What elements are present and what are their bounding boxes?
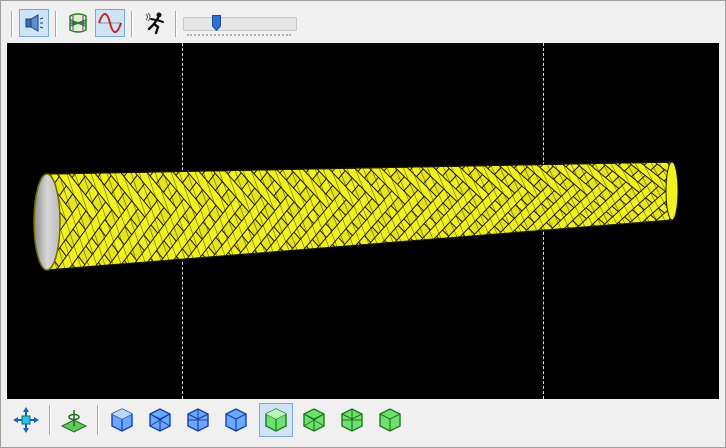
- toolbar-separator: [97, 405, 98, 435]
- cube-view-2-button[interactable]: [143, 403, 177, 437]
- cube-view-4-icon: [225, 408, 247, 432]
- sine-wave-icon: [98, 13, 122, 33]
- floor-plane-button[interactable]: [57, 403, 91, 437]
- fiber-band: [7, 174, 35, 277]
- green-cube-view-2-icon: [303, 408, 325, 432]
- speaker-icon: [25, 14, 44, 32]
- sound-button[interactable]: [19, 9, 49, 37]
- pan-arrows-icon: [13, 407, 39, 433]
- bottom-toolbar: [5, 401, 721, 439]
- green-cube-view-4-icon: [379, 408, 401, 432]
- toolbar-separator: [131, 11, 132, 37]
- green-cube-view-4-button[interactable]: [373, 403, 407, 437]
- slider-track: [183, 17, 297, 31]
- fiber-hatch: [674, 162, 678, 218]
- fiber-hatch: [7, 175, 33, 271]
- fiber-band: [7, 175, 9, 280]
- running-man-icon: [145, 12, 164, 35]
- fiber-band: [707, 160, 719, 217]
- green-cube-view-2-button[interactable]: [297, 403, 331, 437]
- slider-thumb-icon: [212, 15, 222, 32]
- 3d-viewport[interactable]: [7, 43, 719, 399]
- slider-ticks: [187, 34, 291, 39]
- pan-view-button[interactable]: [9, 403, 43, 437]
- winding-pattern-button[interactable]: [63, 9, 93, 37]
- fiber-band: [681, 162, 719, 214]
- cube-view-3-icon: [187, 408, 209, 432]
- speed-slider[interactable]: [181, 13, 297, 39]
- toolbar-separator: [49, 405, 50, 435]
- cube-view-2-icon: [149, 408, 171, 432]
- fiber-hatch: [715, 161, 719, 214]
- waveform-button[interactable]: [95, 9, 125, 37]
- application-window: [0, 0, 726, 448]
- toolbar-separator: [11, 11, 12, 37]
- cube-view-1-button[interactable]: [105, 403, 139, 437]
- fiber-hatch: [699, 161, 719, 215]
- green-cube-view-3-button[interactable]: [335, 403, 369, 437]
- wound-tube-render: [7, 160, 719, 280]
- tube-small-end: [665, 161, 679, 221]
- toolbar-separator: [55, 11, 56, 37]
- cube-view-3-button[interactable]: [181, 403, 215, 437]
- top-toolbar: [5, 5, 721, 41]
- fiber-hatch: [7, 175, 9, 273]
- fiber-hatch: [7, 175, 25, 272]
- cube-view-1-icon: [111, 408, 133, 432]
- floor-plane-icon: [60, 410, 88, 433]
- fiber-band: [707, 161, 719, 211]
- fiber-band: [7, 176, 35, 272]
- green-cube-view-3-icon: [341, 408, 363, 432]
- slider-thumb[interactable]: [212, 15, 222, 32]
- green-cube-view-1-button[interactable]: [259, 403, 293, 437]
- fiber-hatch: [683, 162, 713, 217]
- fiber-hatch: [691, 162, 719, 216]
- winding-pattern-icon: [69, 13, 87, 33]
- toolbar-separator: [175, 11, 176, 37]
- run-simulation-button[interactable]: [141, 9, 171, 37]
- fiber-band: [7, 176, 9, 274]
- green-cube-view-1-icon: [265, 408, 287, 432]
- fiber-band: [681, 160, 719, 219]
- fiber-hatch: [7, 175, 17, 272]
- fiber-hatch: [707, 161, 719, 214]
- mandrel-end-face: [33, 173, 61, 271]
- cube-view-4-button[interactable]: [219, 403, 253, 437]
